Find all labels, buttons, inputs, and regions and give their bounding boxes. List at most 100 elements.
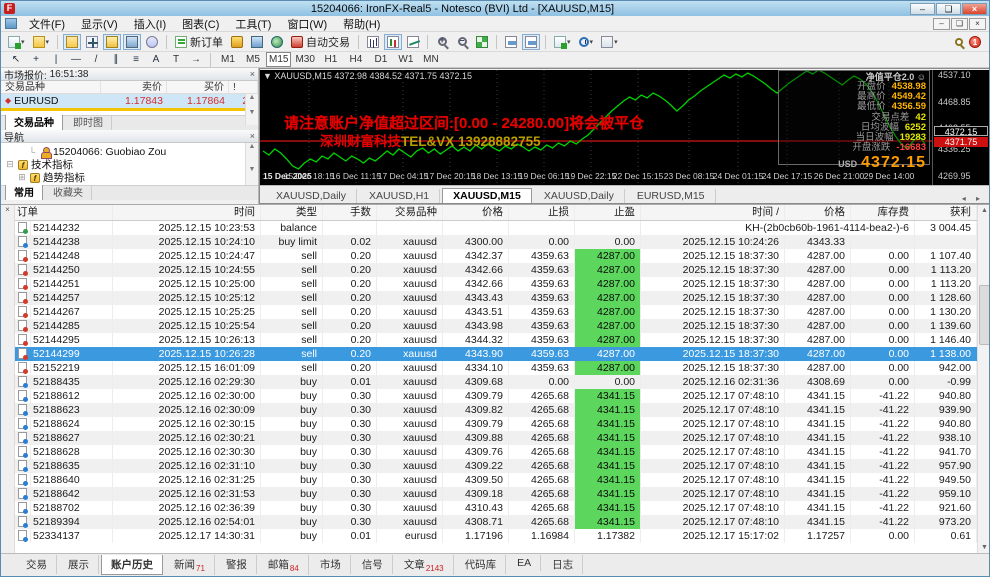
history-row[interactable]: 52188642 2025.12.16 02:31:53 buy 0.30 xauusd…: [15, 487, 977, 501]
mw-col-bid[interactable]: 卖价: [101, 81, 167, 94]
bottom-tab-3[interactable]: 新闻71: [165, 555, 215, 576]
history-row[interactable]: 52144257 2025.12.15 10:25:12 sell 0.20 xauus…: [15, 291, 977, 305]
toolbox-toggle[interactable]: [123, 33, 142, 50]
bottom-tab-4[interactable]: 警报: [217, 555, 257, 574]
col-sl[interactable]: 止损: [509, 205, 575, 220]
draw-tool-horizontal-line-button[interactable]: —: [67, 52, 85, 68]
draw-tool-vertical-line-button[interactable]: |: [47, 52, 65, 68]
bottom-tab-6[interactable]: 市场: [311, 555, 351, 574]
history-row[interactable]: 52144248 2025.12.15 10:24:47 sell 0.20 xauus…: [15, 249, 977, 263]
market-watch-scrollbar[interactable]: ▲ ▼: [245, 94, 258, 125]
chart-tab-scroll-arrows[interactable]: ◂ ▸: [962, 194, 984, 203]
timeframe-m5-button[interactable]: M5: [241, 52, 265, 67]
periods-button[interactable]: ▾: [576, 34, 597, 50]
bottom-tab-8[interactable]: 文章2143: [395, 555, 454, 576]
chart-tab-3[interactable]: XAUUSD,Daily: [534, 189, 625, 203]
mdi-restore-button[interactable]: ❏: [951, 17, 968, 30]
auto-arrange-button[interactable]: [502, 34, 520, 50]
history-row[interactable]: 52188623 2025.12.16 02:30:09 buy 0.30 xauusd…: [15, 403, 977, 417]
bar-chart-button[interactable]: [364, 34, 382, 50]
col-symbol[interactable]: 交易品种: [377, 205, 443, 220]
chart-tab-4[interactable]: EURUSD,M15: [627, 189, 716, 203]
timeframe-h4-button[interactable]: H4: [344, 52, 368, 67]
history-row[interactable]: 52144295 2025.12.15 10:26:13 sell 0.20 xauus…: [15, 333, 977, 347]
history-row[interactable]: 52144232 2025.12.15 10:23:53 balance KH-(2b…: [15, 221, 977, 235]
scrollbar-thumb[interactable]: [979, 285, 989, 345]
zoom-in-button[interactable]: [433, 34, 451, 50]
market-watch-toggle[interactable]: [63, 33, 82, 50]
tab-favorites[interactable]: 收藏夹: [45, 183, 92, 200]
close-button[interactable]: ×: [962, 2, 987, 15]
chart-tab-0[interactable]: XAUUSD,Daily: [266, 189, 358, 203]
draw-tool-channel-button[interactable]: ∥: [107, 52, 125, 68]
market-watch-close-icon[interactable]: ×: [250, 69, 255, 79]
chart-plot-area[interactable]: ▼ XAUUSD,M15 4372.98 4384.52 4371.75 437…: [260, 70, 932, 185]
mdi-close-button[interactable]: ×: [969, 17, 986, 30]
col-swap[interactable]: 库存费: [851, 205, 915, 220]
history-scrollbar[interactable]: ▲ ▼: [977, 205, 989, 554]
menu-item-0[interactable]: 文件(F): [21, 15, 73, 33]
draw-tool-arrows-button[interactable]: →: [187, 52, 205, 68]
history-row[interactable]: 52188640 2025.12.16 02:31:25 buy 0.30 xauusd…: [15, 473, 977, 487]
menu-item-3[interactable]: 图表(C): [174, 15, 227, 33]
mw-col-spread[interactable]: !: [229, 81, 258, 94]
draw-tool-label-button[interactable]: T: [167, 52, 185, 68]
expand-icon[interactable]: ⊞: [17, 172, 27, 183]
col-price2[interactable]: 价格: [785, 205, 851, 220]
history-row[interactable]: 52188702 2025.12.16 02:36:39 buy 0.30 xauusd…: [15, 501, 977, 515]
col-tp[interactable]: 止盈: [575, 205, 641, 220]
timeframe-m15-button[interactable]: M15: [266, 52, 292, 67]
draw-tool-trendline-button[interactable]: /: [87, 52, 105, 68]
history-row[interactable]: 52334137 2025.12.17 14:30:31 buy 0.01 eurusd…: [15, 529, 977, 543]
bottom-tab-9[interactable]: 代码库: [456, 555, 507, 574]
strategy-tester-toggle[interactable]: [143, 34, 161, 50]
menu-item-1[interactable]: 显示(V): [73, 15, 126, 33]
history-row[interactable]: 52144251 2025.12.15 10:25:00 sell 0.20 xauus…: [15, 277, 977, 291]
data-window-toggle[interactable]: [83, 34, 101, 50]
col-time[interactable]: 时间: [113, 205, 261, 220]
indicators-button[interactable]: ▾: [551, 34, 574, 50]
history-row[interactable]: 52188635 2025.12.16 02:31:10 buy 0.30 xauusd…: [15, 459, 977, 473]
history-row[interactable]: 52144267 2025.12.15 10:25:25 sell 0.20 xauus…: [15, 305, 977, 319]
price-axis[interactable]: 4537.104468.854402.554336.254269.95 4372…: [932, 70, 989, 185]
history-row[interactable]: 52189394 2025.12.16 02:54:01 buy 0.30 xauusd…: [15, 515, 977, 529]
notification-badge[interactable]: 1: [969, 35, 981, 48]
col-order[interactable]: 订单: [15, 205, 113, 220]
chart-shift-button[interactable]: [522, 33, 541, 50]
history-row[interactable]: 52188628 2025.12.16 02:30:30 buy 0.30 xauusd…: [15, 445, 977, 459]
col-type[interactable]: 类型: [261, 205, 323, 220]
history-row[interactable]: 52152219 2025.12.15 16:01:09 sell 0.20 xauus…: [15, 361, 977, 375]
history-row[interactable]: 52144299 2025.12.15 10:26:28 sell 0.20 xauus…: [15, 347, 977, 361]
draw-tool-fibonacci-button[interactable]: ≡: [127, 52, 145, 68]
maximize-button[interactable]: ❏: [936, 2, 961, 15]
profiles-button[interactable]: ▾: [30, 34, 53, 50]
autotrading-button[interactable]: 自动交易: [288, 34, 353, 50]
chart-tab-1[interactable]: XAUUSD,H1: [359, 189, 441, 203]
timeframe-m30-button[interactable]: M30: [292, 52, 317, 67]
market-watch-row-eurusd[interactable]: ◆EURUSD 1.17843 1.17864 21: [1, 94, 258, 108]
menu-item-4[interactable]: 工具(T): [227, 15, 279, 33]
draw-tool-crosshair-button[interactable]: +: [27, 52, 45, 68]
collapse-icon[interactable]: ⊟: [5, 159, 15, 170]
zoom-out-button[interactable]: [453, 34, 471, 50]
timeframe-h1-button[interactable]: H1: [319, 52, 343, 67]
search-icon[interactable]: [955, 37, 963, 46]
bottom-tab-0[interactable]: 交易: [17, 555, 57, 574]
toolbox-close-icon[interactable]: ×: [5, 205, 10, 214]
timeframe-d1-button[interactable]: D1: [369, 52, 393, 67]
bottom-tab-5[interactable]: 邮箱84: [259, 555, 309, 576]
tree-item-account[interactable]: └ 15204066: Guobiao Zou: [1, 145, 258, 159]
history-row[interactable]: 52188435 2025.12.16 02:29:30 buy 0.01 xauusd…: [15, 375, 977, 389]
history-row[interactable]: 52188612 2025.12.16 02:30:00 buy 0.30 xauusd…: [15, 389, 977, 403]
timeframe-m1-button[interactable]: M1: [216, 52, 240, 67]
bottom-tab-10[interactable]: EA: [508, 555, 542, 571]
history-row[interactable]: 52188627 2025.12.16 02:30:21 buy 0.30 xauusd…: [15, 431, 977, 445]
timeframe-w1-button[interactable]: W1: [394, 52, 418, 67]
bottom-tab-1[interactable]: 展示: [59, 555, 99, 574]
mw-col-symbol[interactable]: 交易品种: [1, 81, 101, 94]
menu-item-5[interactable]: 窗口(W): [279, 15, 335, 33]
line-chart-button[interactable]: [404, 34, 422, 50]
new-order-button[interactable]: 新订单: [172, 34, 226, 50]
menu-item-2[interactable]: 插入(I): [126, 15, 174, 33]
community-button[interactable]: [268, 34, 286, 50]
